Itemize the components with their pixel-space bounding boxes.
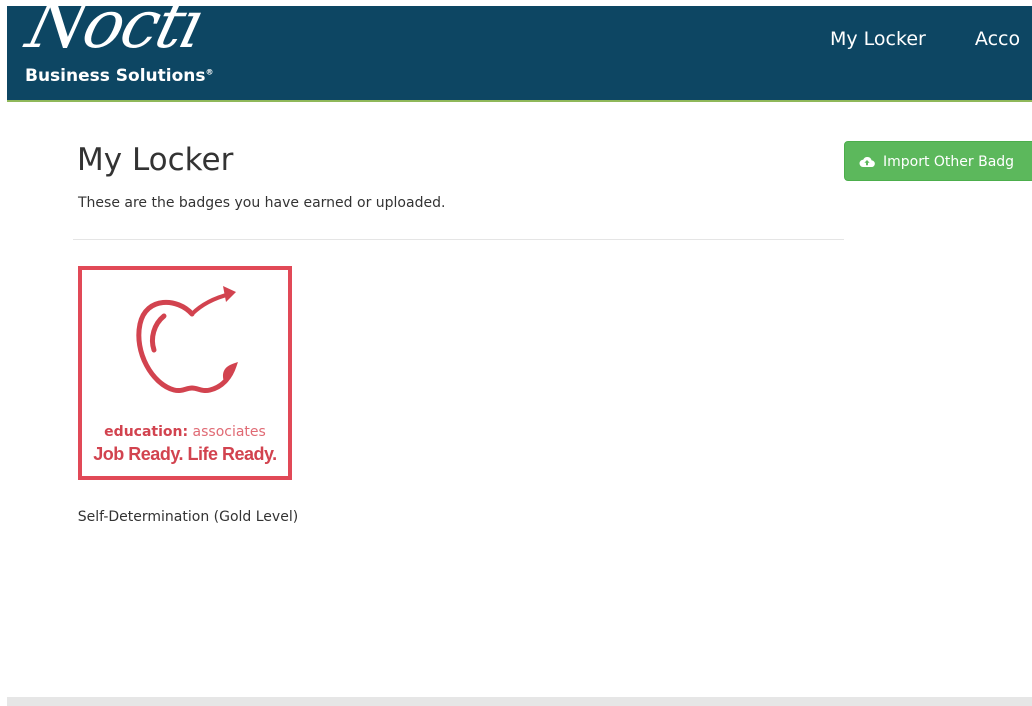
- apple-arrow-icon: [136, 286, 238, 394]
- nav-links: My Locker Acco: [830, 28, 1032, 50]
- import-button-label: Import Other Badg: [883, 154, 1015, 170]
- badge-caption[interactable]: Self-Determination (Gold Level): [77, 506, 299, 528]
- logo-script-text: Nocti: [19, 0, 211, 63]
- page: Nocti Business Solutions® My Locker Acco…: [0, 0, 1032, 706]
- top-navbar: Nocti Business Solutions® My Locker Acco: [7, 0, 1032, 102]
- badge-image[interactable]: education: associates Job Ready. Life Re…: [78, 266, 292, 480]
- badge-org-text: education: associates: [82, 424, 288, 440]
- cloud-upload-icon: [859, 144, 875, 184]
- header-divider: [73, 239, 844, 240]
- badge-tagline: Job Ready. Life Ready.: [93, 444, 277, 464]
- page-title: My Locker: [77, 142, 234, 178]
- import-other-badges-button[interactable]: Import Other Badg: [844, 141, 1032, 181]
- page-subtitle: These are the badges you have earned or …: [78, 195, 446, 211]
- logo-subtitle-text: Business Solutions: [25, 66, 206, 86]
- logo-subtitle: Business Solutions®: [25, 66, 214, 86]
- footer-bar: [7, 697, 1032, 706]
- badge-org-light: associates: [192, 424, 266, 440]
- registered-mark: ®: [205, 67, 214, 77]
- nav-my-locker-link[interactable]: My Locker: [830, 28, 926, 50]
- badge-org-bold: education:: [104, 424, 189, 440]
- brand-logo[interactable]: Nocti Business Solutions®: [20, 0, 285, 98]
- nav-account-link[interactable]: Acco: [975, 28, 1020, 50]
